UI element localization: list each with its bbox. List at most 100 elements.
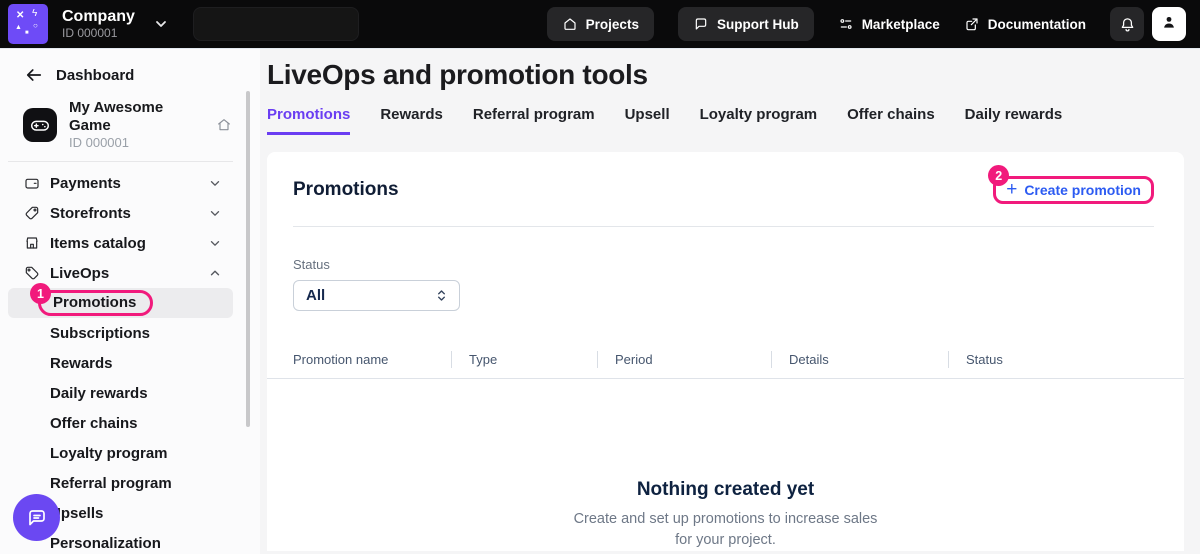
marketplace-link[interactable]: Marketplace [838, 16, 940, 32]
project-name: My Awesome Game [69, 99, 204, 135]
logo-glyph: ○ [33, 22, 38, 30]
sidebar: Dashboard My Awesome Game ID 000001 [0, 49, 260, 554]
tab-daily-rewards[interactable]: Daily rewards [965, 106, 1063, 135]
chevron-down-icon [208, 176, 222, 190]
sidebar-item-subscriptions[interactable]: Subscriptions [0, 318, 260, 348]
sidebar-item-payments[interactable]: Payments [0, 168, 260, 198]
tab-referral-program[interactable]: Referral program [473, 106, 595, 135]
back-arrow-icon [24, 65, 44, 85]
sidebar-item-loyalty-program[interactable]: Loyalty program [0, 438, 260, 468]
sidebar-item-items-catalog[interactable]: Items catalog [0, 228, 260, 258]
chevron-down-icon[interactable] [153, 16, 169, 32]
empty-state: Nothing created yet Create and set up pr… [267, 479, 1184, 551]
tab-upsell[interactable]: Upsell [625, 106, 670, 135]
chat-bubble-icon [693, 16, 709, 32]
logo-glyph: ▲ [15, 24, 22, 31]
status-filter-select[interactable]: All [293, 280, 460, 311]
company-selector[interactable]: Company ID 000001 [62, 8, 135, 41]
column-header-period: Period [597, 351, 771, 368]
project-id: ID 000001 [69, 135, 204, 151]
tab-promotions[interactable]: Promotions [267, 106, 350, 135]
tab-rewards[interactable]: Rewards [380, 106, 443, 135]
chevron-down-icon [208, 236, 222, 250]
documentation-label: Documentation [988, 17, 1086, 32]
projects-label: Projects [586, 17, 639, 32]
annotation-highlight-2: 2 + Create promotion [993, 176, 1154, 204]
sidebar-item-promotions[interactable]: 1 Promotions [8, 288, 233, 318]
company-name: Company [62, 8, 135, 26]
storefront-icon [24, 235, 40, 251]
column-header-details: Details [771, 351, 948, 368]
logo-glyph: ✕ [16, 11, 24, 21]
topbar-search-box[interactable] [193, 7, 359, 41]
project-meta: My Awesome Game ID 000001 [69, 99, 204, 151]
sidebar-item-rewards[interactable]: Rewards [0, 348, 260, 378]
sidebar-item-label: Offer chains [50, 415, 138, 432]
chat-widget-button[interactable] [13, 494, 60, 541]
status-filter-label: Status [293, 257, 1158, 272]
bell-icon [1119, 16, 1136, 33]
main-content: LiveOps and promotion tools Promotions R… [260, 49, 1200, 554]
sidebar-item-label: LiveOps [50, 265, 109, 282]
support-hub-button[interactable]: Support Hub [678, 7, 814, 41]
sidebar-item-storefronts[interactable]: Storefronts [0, 198, 260, 228]
sidebar-item-label: Subscriptions [50, 325, 150, 342]
column-header-type: Type [451, 351, 597, 368]
sidebar-item-label: Loyalty program [50, 445, 168, 462]
wallet-icon [24, 175, 40, 191]
logo-glyph: ■ [25, 30, 29, 36]
logo-glyph: ϟ [32, 9, 37, 19]
promotions-card: Promotions 2 + Create promotion Status A… [267, 152, 1184, 551]
company-logo-icon[interactable]: ✕ ϟ ▲ ○ ■ [8, 4, 48, 44]
documentation-link[interactable]: Documentation [964, 16, 1086, 32]
filters: Status All [267, 257, 1184, 311]
status-filter-value: All [306, 287, 325, 304]
sidebar-item-label: Referral program [50, 475, 172, 492]
create-promotion-button[interactable]: + Create promotion [1006, 182, 1141, 198]
company-id: ID 000001 [62, 26, 135, 41]
project-card[interactable]: My Awesome Game ID 000001 [23, 99, 232, 151]
table-divider [267, 378, 1184, 379]
column-header-promotion-name: Promotion name [293, 351, 451, 368]
sidebar-item-label: Rewards [50, 355, 113, 372]
create-promotion-label: Create promotion [1024, 182, 1141, 198]
sidebar-item-label: Payments [50, 175, 121, 192]
support-hub-label: Support Hub [717, 17, 799, 32]
tab-loyalty-program[interactable]: Loyalty program [700, 106, 818, 135]
annotation-highlight-1: 1 Promotions [38, 290, 153, 316]
topbar: ✕ ϟ ▲ ○ ■ Company ID 000001 Projects [0, 0, 1200, 48]
plus-icon: + [1006, 182, 1017, 198]
person-icon [1160, 13, 1178, 36]
sidebar-item-label: Promotions [53, 294, 136, 311]
column-header-status: Status [948, 351, 1158, 368]
tag-icon [24, 205, 40, 221]
empty-state-description: Create and set up promotions to increase… [571, 509, 881, 551]
tab-bar: Promotions Rewards Referral program Upse… [267, 106, 1184, 135]
sidebar-item-daily-rewards[interactable]: Daily rewards [0, 378, 260, 408]
annotation-step-badge: 1 [30, 283, 51, 304]
sidebar-item-label: Storefronts [50, 205, 131, 222]
projects-icon [562, 16, 578, 32]
marketplace-icon [838, 16, 854, 32]
notifications-button[interactable] [1110, 7, 1144, 41]
back-label: Dashboard [56, 67, 134, 84]
home-icon[interactable] [216, 117, 232, 133]
content-shell: Dashboard My Awesome Game ID 000001 [0, 48, 1200, 554]
page-title: LiveOps and promotion tools [267, 58, 1184, 92]
tab-offer-chains[interactable]: Offer chains [847, 106, 935, 135]
marketplace-label: Marketplace [862, 17, 940, 32]
select-chevrons-icon [434, 288, 449, 303]
account-button[interactable] [1152, 7, 1186, 41]
chat-bubble-icon [25, 506, 49, 530]
sidebar-item-offer-chains[interactable]: Offer chains [0, 408, 260, 438]
empty-state-title: Nothing created yet [267, 479, 1184, 501]
app-root: ✕ ϟ ▲ ○ ■ Company ID 000001 Projects [0, 0, 1200, 554]
card-heading: Promotions [293, 179, 399, 201]
sidebar-scrollbar[interactable] [246, 91, 250, 427]
back-to-dashboard-link[interactable]: Dashboard [0, 63, 260, 87]
projects-button[interactable]: Projects [547, 7, 654, 41]
gamepad-icon [23, 108, 57, 142]
sidebar-item-label: Items catalog [50, 235, 146, 252]
chevron-down-icon [208, 206, 222, 220]
card-divider [293, 226, 1154, 227]
